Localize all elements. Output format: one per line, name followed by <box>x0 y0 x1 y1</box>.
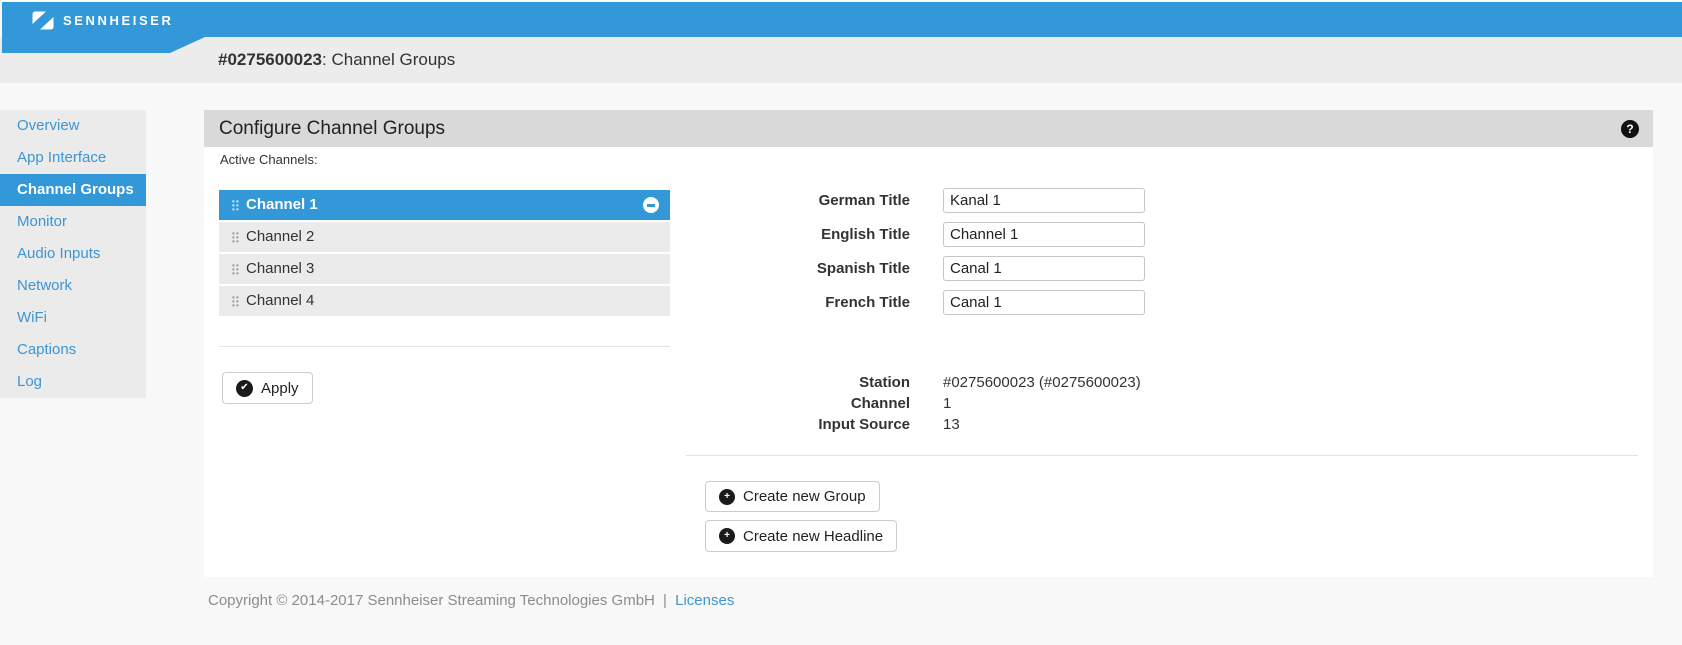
page-title: #0275600023: Channel Groups <box>218 37 455 83</box>
station-link[interactable]: #0275600023 (#0275600023) <box>943 372 1141 393</box>
channel-label: Channel 4 <box>246 292 314 309</box>
right-column-divider <box>686 455 1638 456</box>
configure-channel-groups-panel: Configure Channel Groups ? Active Channe… <box>204 110 1653 577</box>
sidebar-item-network[interactable]: Network <box>0 270 146 302</box>
top-margin <box>0 0 1682 2</box>
device-id: #0275600023 <box>218 50 322 69</box>
german-title-row: German Title <box>686 188 1145 213</box>
input-source-value: 13 <box>943 414 960 435</box>
sidebar-item-app-interface[interactable]: App Interface <box>0 142 146 174</box>
active-channels-label: Active Channels: <box>220 152 318 167</box>
german-title-input[interactable] <box>943 188 1145 213</box>
french-title-input[interactable] <box>943 290 1145 315</box>
english-title-input[interactable] <box>943 222 1145 247</box>
english-title-label: English Title <box>686 226 910 243</box>
sidebar-item-channel-groups[interactable]: Channel Groups <box>0 174 146 206</box>
channel-number-value: 1 <box>943 393 951 414</box>
input-source-row: Input Source 13 <box>686 414 1141 435</box>
sennheiser-logo-icon <box>32 11 54 30</box>
station-info-block: Station #0275600023 (#0275600023) Channe… <box>686 372 1141 435</box>
apply-button[interactable]: ✔ Apply <box>222 372 313 404</box>
german-title-label: German Title <box>686 192 910 209</box>
title-bar: #0275600023: Channel Groups <box>0 37 1682 83</box>
channel-row-4[interactable]: Channel 4 <box>219 286 670 316</box>
sennheiser-logo: SENNHEISER <box>32 11 174 30</box>
remove-channel-icon[interactable] <box>643 197 659 213</box>
footer: Copyright © 2014-2017 Sennheiser Streami… <box>208 592 734 609</box>
channel-list: Channel 1 Channel 2 Channel 3 Channel 4 <box>219 190 670 318</box>
create-new-group-label: Create new Group <box>743 488 866 505</box>
spanish-title-input[interactable] <box>943 256 1145 281</box>
licenses-link[interactable]: Licenses <box>675 592 734 609</box>
french-title-row: French Title <box>686 290 1145 315</box>
spanish-title-label: Spanish Title <box>686 260 910 277</box>
channel-row-1[interactable]: Channel 1 <box>219 190 670 220</box>
spanish-title-row: Spanish Title <box>686 256 1145 281</box>
copyright-text: Copyright © 2014-2017 Sennheiser Streami… <box>208 592 655 609</box>
sidebar-item-audio-inputs[interactable]: Audio Inputs <box>0 238 146 270</box>
station-row: Station #0275600023 (#0275600023) <box>686 372 1141 393</box>
english-title-row: English Title <box>686 222 1145 247</box>
french-title-label: French Title <box>686 294 910 311</box>
drag-handle-icon[interactable] <box>232 296 239 307</box>
create-new-headline-label: Create new Headline <box>743 528 883 545</box>
help-icon[interactable]: ? <box>1621 120 1639 138</box>
sidebar-item-log[interactable]: Log <box>0 366 146 398</box>
drag-handle-icon[interactable] <box>232 200 239 211</box>
left-column-divider <box>219 346 670 347</box>
channel-number-row: Channel 1 <box>686 393 1141 414</box>
station-label: Station <box>686 372 910 393</box>
check-icon: ✔ <box>236 380 253 397</box>
page-title-suffix: : Channel Groups <box>322 50 455 69</box>
sidebar-item-overview[interactable]: Overview <box>0 110 146 142</box>
brand-name: SENNHEISER <box>63 13 174 28</box>
drag-handle-icon[interactable] <box>232 232 239 243</box>
plus-icon: + <box>719 528 735 544</box>
sidebar-item-monitor[interactable]: Monitor <box>0 206 146 238</box>
channel-number-label: Channel <box>686 393 910 414</box>
drag-handle-icon[interactable] <box>232 264 239 275</box>
apply-button-label: Apply <box>261 380 299 397</box>
channel-label: Channel 1 <box>246 196 318 213</box>
panel-header: Configure Channel Groups ? <box>204 110 1653 147</box>
plus-icon: + <box>719 489 735 505</box>
sidebar-nav: Overview App Interface Channel Groups Mo… <box>0 110 146 398</box>
create-new-headline-button[interactable]: + Create new Headline <box>705 520 897 552</box>
input-source-label: Input Source <box>686 414 910 435</box>
sidebar-item-wifi[interactable]: WiFi <box>0 302 146 334</box>
channel-row-3[interactable]: Channel 3 <box>219 254 670 284</box>
sidebar-item-captions[interactable]: Captions <box>0 334 146 366</box>
channel-label: Channel 2 <box>246 228 314 245</box>
channel-row-2[interactable]: Channel 2 <box>219 222 670 252</box>
channel-label: Channel 3 <box>246 260 314 277</box>
create-new-group-button[interactable]: + Create new Group <box>705 481 880 512</box>
footer-separator: | <box>663 592 667 609</box>
panel-title: Configure Channel Groups <box>219 110 445 147</box>
